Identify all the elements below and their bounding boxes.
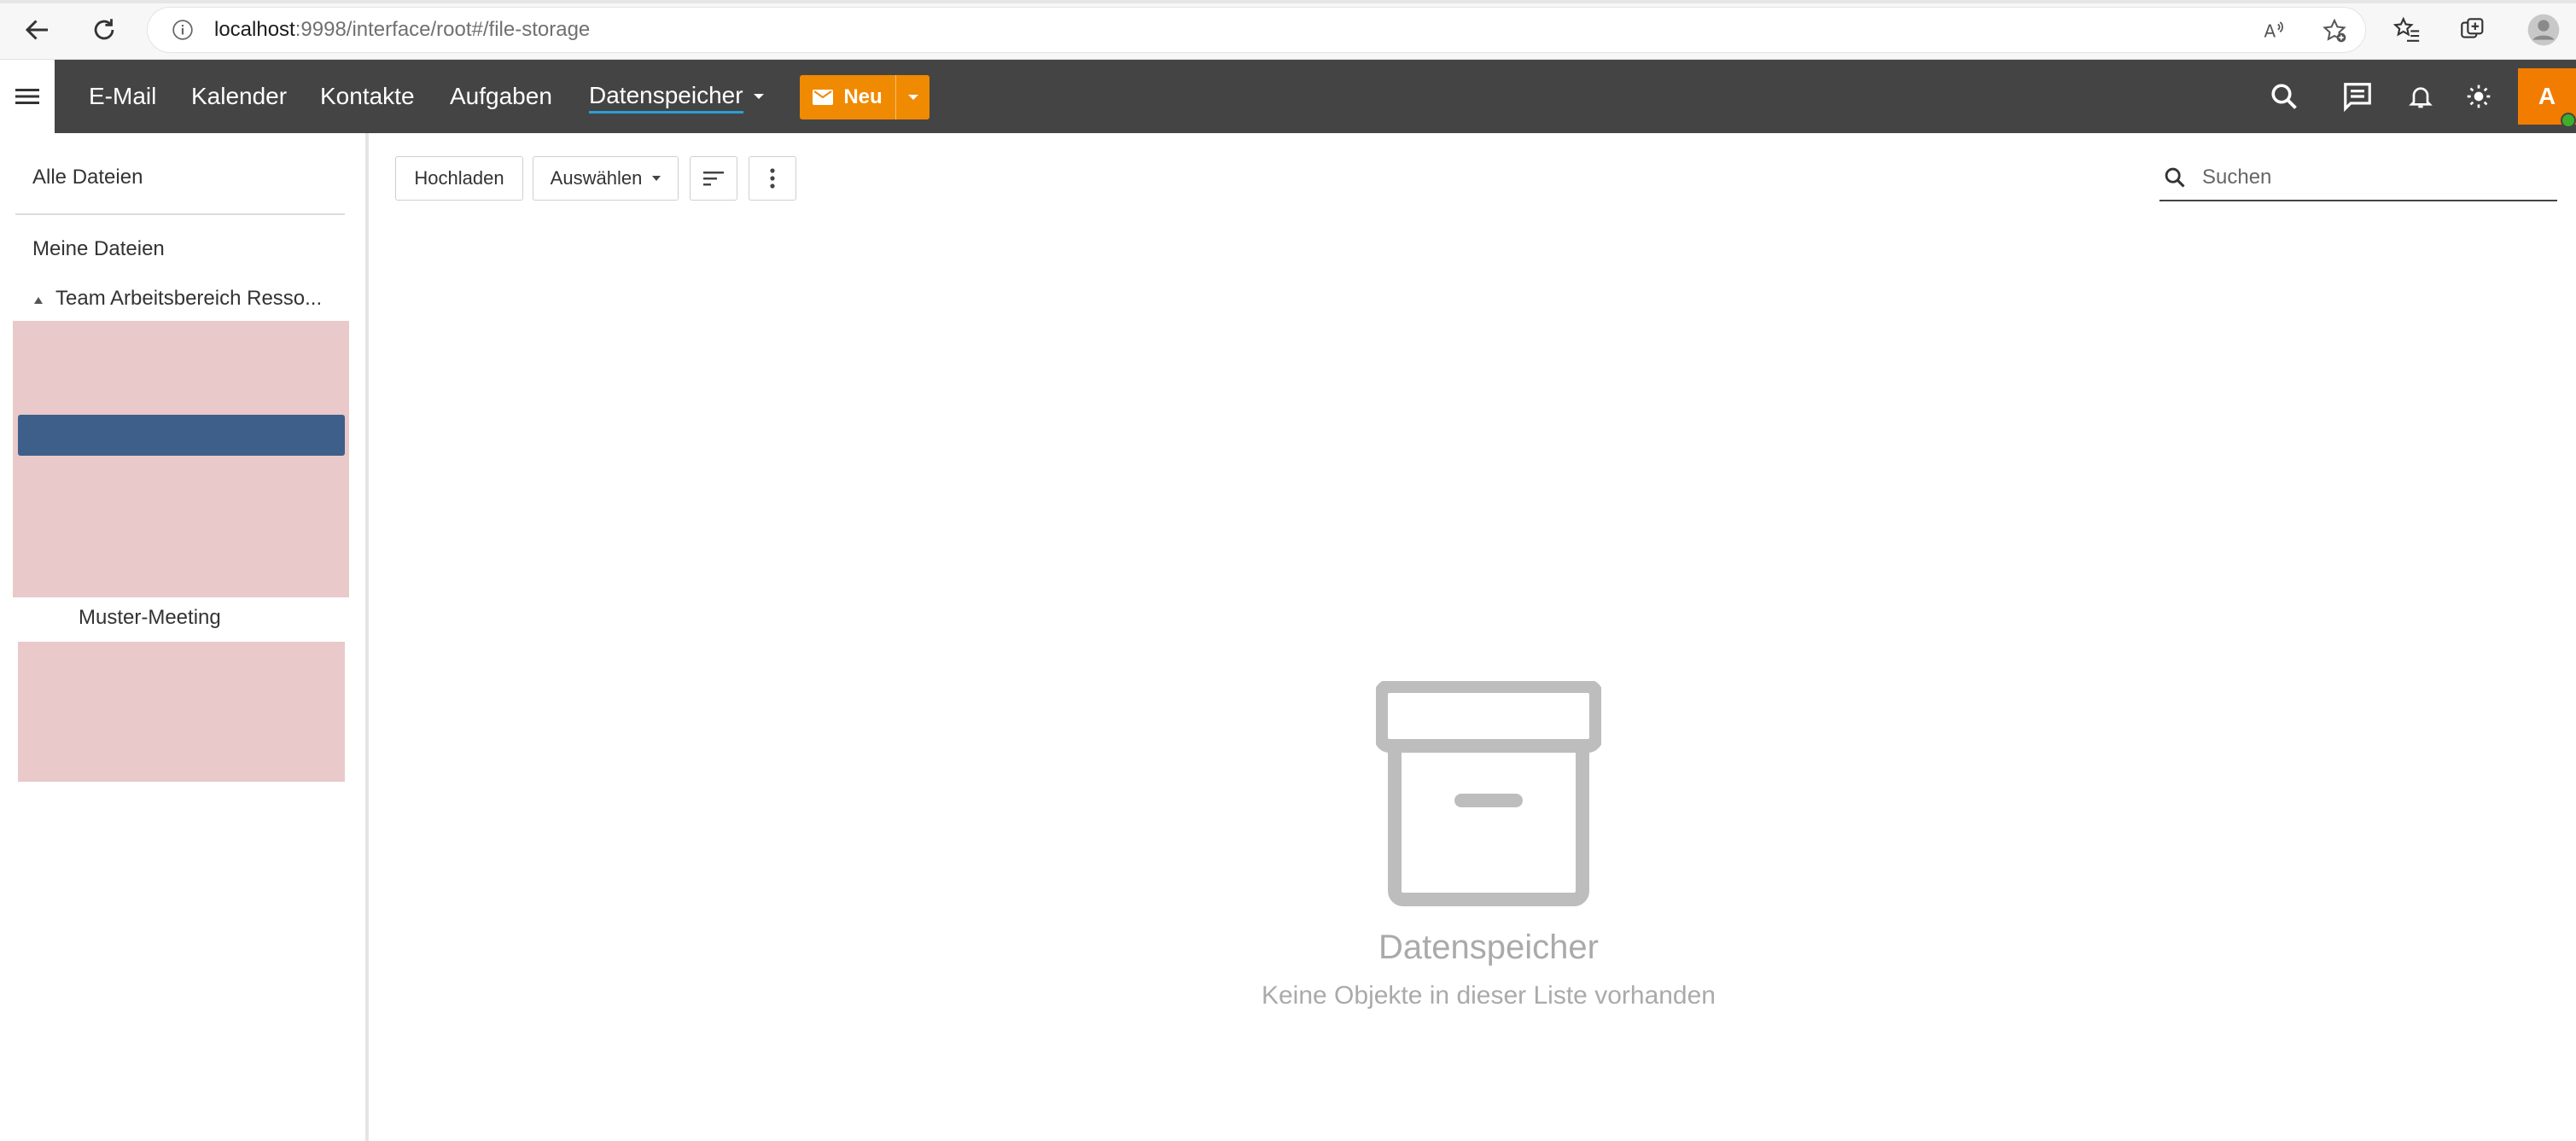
svg-text:A: A (2264, 21, 2276, 42)
empty-state-subtitle: Keine Objekte in dieser Liste vorhanden (1261, 981, 1716, 1010)
chevron-down-icon (907, 95, 918, 100)
nav-email[interactable]: E-Mail (89, 60, 156, 133)
nav-file-storage[interactable]: Datenspeicher (589, 60, 764, 133)
app-navbar: E-Mail Kalender Kontakte Aufgaben Datens… (0, 60, 2576, 133)
theme-sun-icon[interactable] (2455, 60, 2503, 133)
select-dropdown-button[interactable]: Auswählen (533, 156, 679, 201)
read-aloud-icon[interactable]: A (2256, 8, 2293, 54)
new-button-label: Neu (843, 85, 883, 108)
browser-tab-strip (0, 0, 2576, 3)
browser-toolbar: localhost:9998/interface/root#/file-stor… (0, 0, 2576, 60)
nav-contacts[interactable]: Kontakte (320, 60, 415, 133)
archive-box-icon (1376, 681, 1601, 906)
empty-state-title: Datenspeicher (1378, 929, 1599, 966)
sort-icon (702, 169, 726, 188)
url-text: localhost:9998/interface/root#/file-stor… (214, 18, 590, 42)
collections-icon[interactable] (2454, 11, 2491, 49)
chevron-down-icon (753, 94, 764, 99)
add-favorite-icon[interactable] (2316, 8, 2353, 54)
sidebar-item-all-files[interactable]: Alle Dateien (32, 166, 143, 189)
nav-tasks[interactable]: Aufgaben (450, 60, 552, 133)
folder-sidebar (0, 133, 365, 1141)
selected-folder-item[interactable] (18, 415, 345, 456)
site-info-icon[interactable] (172, 19, 194, 41)
more-vertical-icon (769, 167, 776, 189)
sidebar-separator (15, 213, 345, 215)
chevron-down-icon (652, 176, 661, 181)
chat-icon[interactable] (2334, 60, 2381, 133)
reload-icon[interactable] (85, 11, 123, 49)
tree-expand-icon[interactable] (34, 297, 43, 304)
profile-icon[interactable] (2525, 11, 2562, 49)
sidebar-item-my-files[interactable]: Meine Dateien (32, 237, 165, 261)
new-email-button[interactable]: Neu (800, 75, 930, 119)
address-bar[interactable]: localhost:9998/interface/root#/file-stor… (147, 7, 2366, 53)
nav-file-storage-label: Datenspeicher (589, 80, 743, 114)
sidebar-item-team-workspace[interactable]: Team Arbeitsbereich Resso... (55, 287, 322, 311)
menu-icon[interactable] (0, 60, 55, 133)
upload-button-label: Hochladen (414, 167, 504, 189)
new-email-main[interactable]: Neu (800, 75, 895, 119)
more-options-button[interactable] (749, 156, 796, 201)
new-dropdown-toggle[interactable] (895, 75, 930, 119)
sidebar-divider[interactable] (365, 133, 369, 1141)
back-icon[interactable] (19, 11, 56, 49)
file-search (2159, 155, 2557, 201)
mail-icon (813, 90, 834, 105)
url-path: :9998/interface/root#/file-storage (294, 18, 591, 41)
bell-icon[interactable] (2397, 60, 2445, 133)
url-host: localhost (214, 18, 295, 41)
redacted-folder-group (13, 321, 349, 597)
sort-button[interactable] (690, 156, 737, 201)
redacted-folder-block (18, 642, 345, 782)
sidebar-item-muster-meeting[interactable]: Muster-Meeting (79, 606, 221, 630)
upload-button[interactable]: Hochladen (395, 156, 523, 201)
search-icon[interactable] (2260, 60, 2308, 133)
favorites-icon[interactable] (2388, 11, 2426, 49)
search-icon (2163, 166, 2187, 189)
nav-calendar[interactable]: Kalender (191, 60, 287, 133)
select-button-label: Auswählen (550, 167, 643, 189)
online-status-icon (2561, 113, 2576, 128)
search-input[interactable] (2200, 165, 2542, 190)
